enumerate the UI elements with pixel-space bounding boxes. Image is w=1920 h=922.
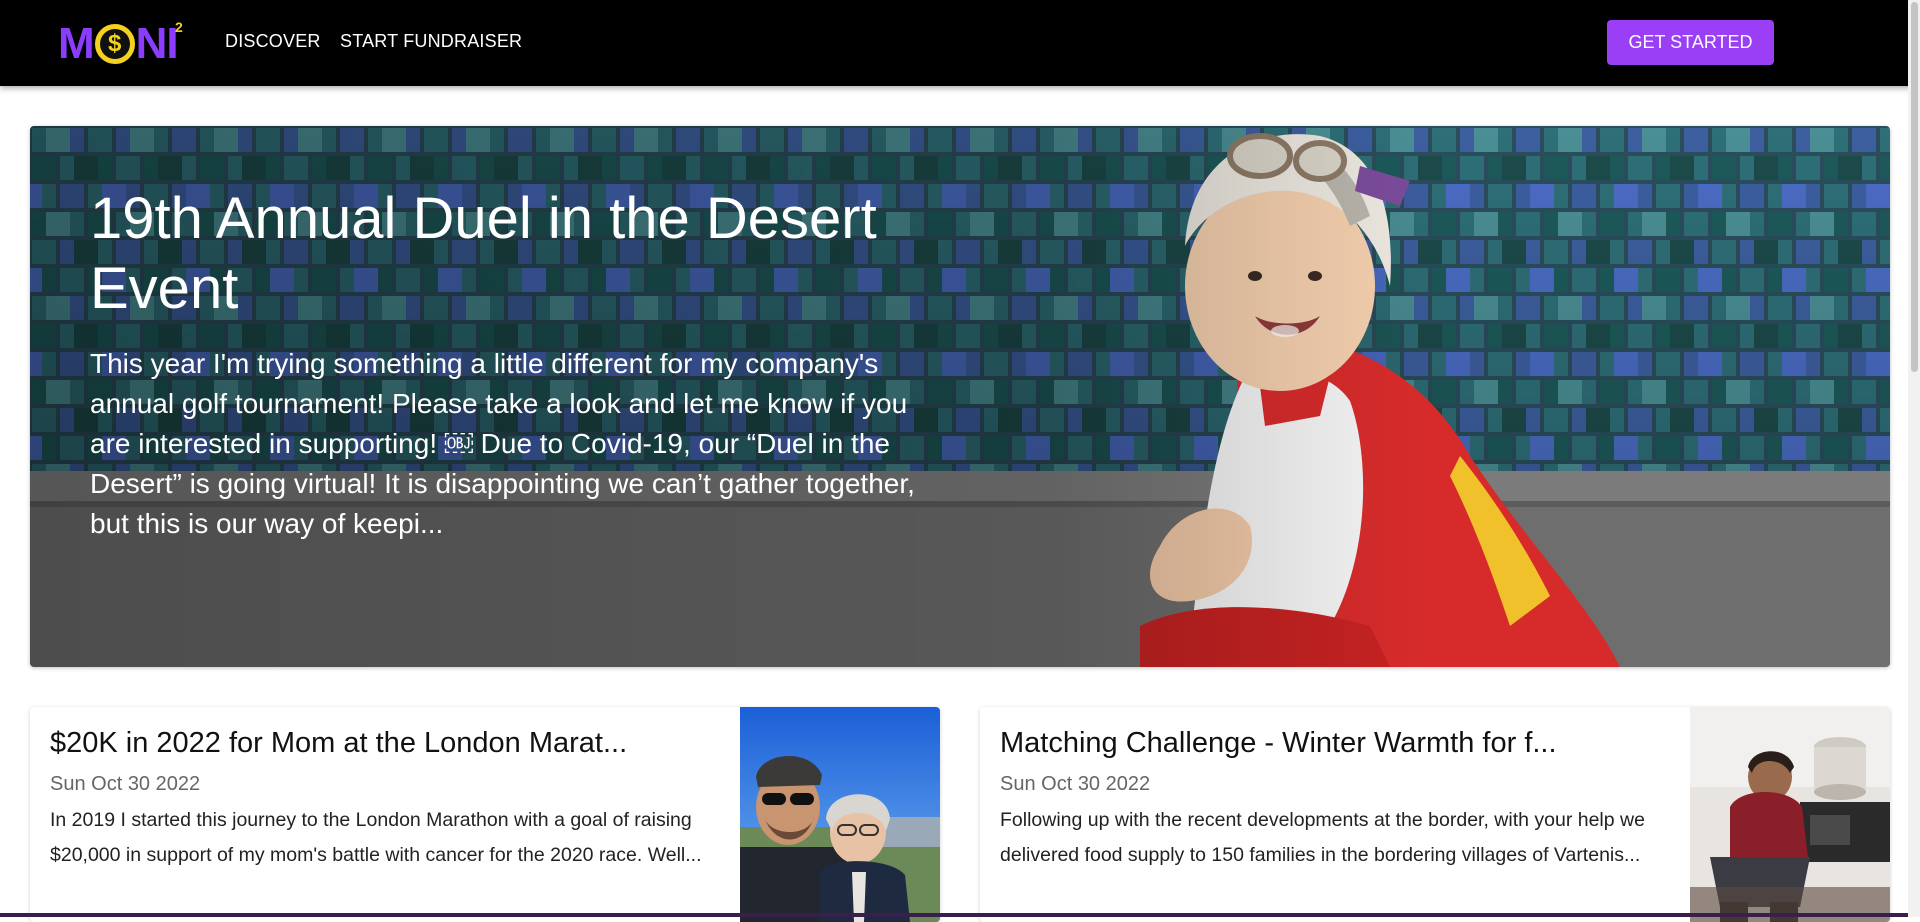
fundraiser-card[interactable]: Matching Challenge - Winter Warmth for f…: [980, 707, 1890, 922]
logo-letters-ni: NI: [135, 19, 179, 68]
card-date: Sun Oct 30 2022: [50, 773, 201, 795]
card-excerpt: Following up with the recent development…: [1000, 809, 1645, 866]
get-started-button[interactable]: GET STARTED: [1607, 20, 1774, 65]
page-scrollbar[interactable]: [1908, 0, 1920, 917]
nav-link-start-fundraiser[interactable]: START FUNDRAISER: [340, 31, 522, 52]
page-bottom-edge: [0, 913, 1908, 917]
card-excerpt: In 2019 I started this journey to the Lo…: [50, 809, 702, 866]
featured-fundraiser-hero[interactable]: 19th Annual Duel in the Desert Event Thi…: [30, 126, 1890, 667]
moni-logo[interactable]: M $ NI 2: [58, 18, 188, 70]
card-date: Sun Oct 30 2022: [1000, 773, 1151, 795]
dollar-coin-icon: $: [94, 24, 135, 64]
top-navbar: M $ NI 2 DISCOVER START FUNDRAISER GET S…: [0, 0, 1920, 86]
scrollbar-thumb[interactable]: [1911, 2, 1918, 372]
logo-superscript: 2: [175, 19, 183, 35]
hero-description: This year I'm trying something a little …: [90, 348, 915, 539]
logo-letter-m: M: [58, 19, 95, 68]
card-thumbnail-image[interactable]: [1690, 707, 1890, 922]
card-title[interactable]: $20K in 2022 for Mom at the London Marat…: [50, 727, 730, 760]
logo-coin-symbol: $: [99, 29, 130, 59]
card-title[interactable]: Matching Challenge - Winter Warmth for f…: [1000, 727, 1680, 760]
fundraiser-card[interactable]: $20K in 2022 for Mom at the London Marat…: [30, 707, 940, 922]
card-thumbnail-image[interactable]: [740, 707, 940, 922]
nav-link-discover[interactable]: DISCOVER: [225, 31, 321, 52]
hero-title[interactable]: 19th Annual Duel in the Desert Event: [90, 184, 950, 324]
